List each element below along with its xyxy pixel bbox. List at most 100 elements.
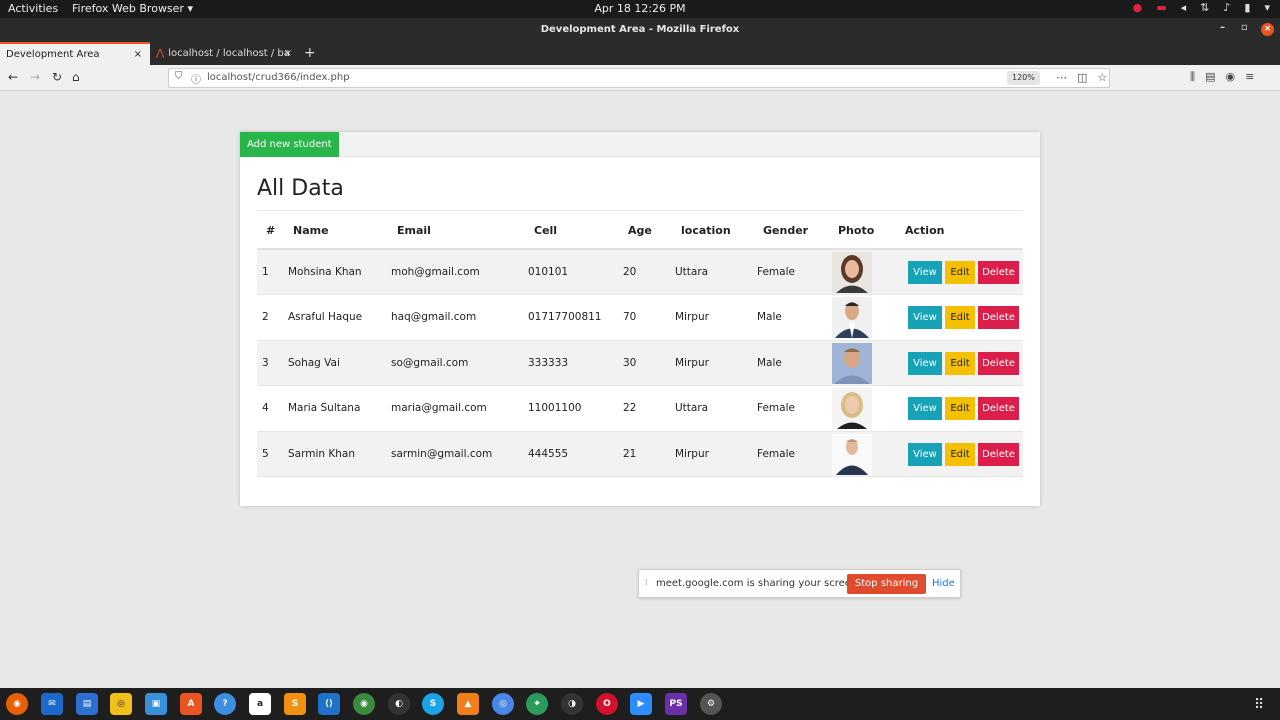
help-icon[interactable]: ? (214, 693, 236, 715)
delete-button[interactable]: Delete (978, 442, 1019, 466)
student-photo (832, 297, 872, 339)
row-email: so@gmail.com (391, 356, 469, 369)
edit-button[interactable]: Edit (945, 261, 975, 284)
app-menu[interactable]: Firefox Web Browser ▾ (72, 2, 193, 15)
student-photo (832, 433, 872, 475)
url-bar[interactable]: ⛉ ⓘ localhost/crud366/index.php 120% ⋯ ◫… (168, 68, 1110, 88)
row-number: 5 (262, 447, 269, 460)
card-header: Add new student (240, 132, 1040, 157)
sidebar-icon[interactable]: ▤ (1205, 70, 1215, 84)
chrome-icon[interactable]: ◉ (353, 693, 375, 715)
view-button[interactable]: View (908, 306, 942, 330)
hide-link[interactable]: Hide (932, 578, 955, 589)
delete-button[interactable]: Delete (978, 261, 1019, 284)
tab-label: Development Area (6, 49, 100, 60)
amazon-icon[interactable]: a (249, 693, 271, 715)
edit-button[interactable]: Edit (945, 397, 975, 421)
zoom-indicator[interactable]: 120% (1007, 71, 1040, 85)
record-icon[interactable]: ● (1133, 1, 1143, 14)
col-age: Age (628, 224, 652, 237)
files-icon[interactable]: ▣ (145, 693, 167, 715)
back-icon[interactable]: ← (8, 70, 18, 84)
obs-icon[interactable]: ◐ (388, 693, 410, 715)
row-age: 30 (623, 356, 637, 369)
stop-sharing-button[interactable]: Stop sharing (847, 574, 926, 594)
delete-button[interactable]: Delete (978, 306, 1019, 330)
close-window-icon[interactable]: × (1261, 23, 1274, 36)
table-row: 5 Sarmin Khan sarmin@gmail.com 444555 21… (257, 431, 1023, 477)
info-icon[interactable]: ⓘ (191, 71, 201, 86)
account-icon[interactable]: ◉ (1225, 70, 1235, 84)
reload-icon[interactable]: ↻ (52, 70, 62, 84)
pocket-icon[interactable]: ◫ (1077, 71, 1087, 84)
firefox-icon[interactable]: ◉ (6, 693, 28, 715)
row-age: 70 (623, 311, 637, 324)
skype-icon[interactable]: S (422, 693, 444, 715)
vscode-icon[interactable]: ⟨⟩ (318, 693, 340, 715)
settings-icon[interactable]: ⚙ (700, 693, 722, 715)
shield-icon[interactable]: ⛉ (175, 71, 183, 82)
chromium-icon[interactable]: ◎ (492, 693, 514, 715)
delete-button[interactable]: Delete (978, 351, 1019, 375)
student-card: Add new student All Data # Name Email Ce… (240, 132, 1040, 506)
col-photo: Photo (838, 224, 875, 237)
mute-icon[interactable]: ◂ (1181, 1, 1187, 14)
row-cell: 333333 (528, 356, 569, 369)
volume-icon[interactable]: ♪ (1223, 1, 1230, 14)
close-tab-icon[interactable]: × (284, 42, 292, 65)
new-tab-icon[interactable]: + (304, 45, 316, 61)
forward-icon[interactable]: → (30, 70, 40, 84)
maps-icon[interactable]: ⌖ (526, 693, 548, 715)
writer-icon[interactable]: ▤ (76, 693, 98, 715)
row-email: moh@gmail.com (391, 266, 480, 278)
edit-button[interactable]: Edit (945, 442, 975, 466)
power-menu-icon[interactable]: ▾ (1264, 1, 1270, 14)
col-name: Name (293, 224, 329, 237)
row-email: sarmin@gmail.com (391, 447, 493, 460)
network-icon[interactable]: ⇅ (1200, 1, 1209, 14)
obs-studio-icon[interactable]: ◑ (561, 693, 583, 715)
tab-phpmyadmin[interactable]: ⋀ localhost / localhost / ba × (150, 42, 300, 65)
drag-handle-icon[interactable]: ⁞ (645, 578, 648, 588)
rhythmbox-icon[interactable]: ◎ (110, 693, 132, 715)
phpstorm-icon[interactable]: PS (665, 693, 687, 715)
minimize-icon[interactable]: – (1220, 22, 1225, 33)
taskbar-dock: ◉ ✉ ▤ ◎ ▣ A ? a S ⟨⟩ ◉ ◐ S ▲ ◎ ⌖ ◑ O ▶ P… (0, 688, 1280, 720)
software-center-icon[interactable]: A (180, 693, 202, 715)
url-actions: ⋯ ◫ ☆ (1056, 71, 1107, 84)
hamburger-menu-icon[interactable]: ≡ (1245, 70, 1254, 84)
delete-button[interactable]: Delete (978, 397, 1019, 421)
bookmark-star-icon[interactable]: ☆ (1097, 71, 1107, 84)
close-tab-icon[interactable]: × (134, 44, 142, 65)
maximize-icon[interactable]: ▫ (1241, 22, 1248, 33)
share-message: meet.google.com is sharing your screen. (656, 578, 861, 589)
view-button[interactable]: View (908, 442, 942, 466)
sublime-text-icon[interactable]: S (284, 693, 306, 715)
row-gender: Male (757, 311, 782, 324)
edit-button[interactable]: Edit (945, 306, 975, 330)
thunderbird-icon[interactable]: ✉ (41, 693, 63, 715)
page-actions-icon[interactable]: ⋯ (1056, 71, 1067, 84)
student-photo (832, 252, 872, 293)
screencast-icon[interactable]: ▬ (1156, 1, 1166, 14)
screen-share-notice: ⁞ meet.google.com is sharing your screen… (638, 569, 961, 598)
zoom-icon[interactable]: ▶ (630, 693, 652, 715)
edit-button[interactable]: Edit (945, 351, 975, 375)
system-tray[interactable]: ● ▬ ◂ ⇅ ♪ ▮ ▾ (1133, 1, 1270, 14)
view-button[interactable]: View (908, 261, 942, 284)
battery-icon[interactable]: ▮ (1244, 1, 1250, 14)
activities-button[interactable]: Activities (8, 2, 58, 15)
view-button[interactable]: View (908, 397, 942, 421)
view-button[interactable]: View (908, 351, 942, 375)
opera-icon[interactable]: O (596, 693, 618, 715)
row-name: Mohsina Khan (288, 266, 362, 278)
show-applications-icon[interactable]: ⠿ (1254, 697, 1264, 713)
library-icon[interactable]: ⫼ (1190, 70, 1195, 84)
add-student-button[interactable]: Add new student (240, 132, 339, 157)
row-location: Mirpur (675, 356, 709, 369)
vlc-icon[interactable]: ▲ (457, 693, 479, 715)
tab-development-area[interactable]: Development Area × (0, 42, 150, 65)
url-text[interactable]: localhost/crud366/index.php (207, 72, 350, 83)
home-icon[interactable]: ⌂ (72, 70, 80, 84)
row-email: maria@gmail.com (391, 402, 487, 415)
